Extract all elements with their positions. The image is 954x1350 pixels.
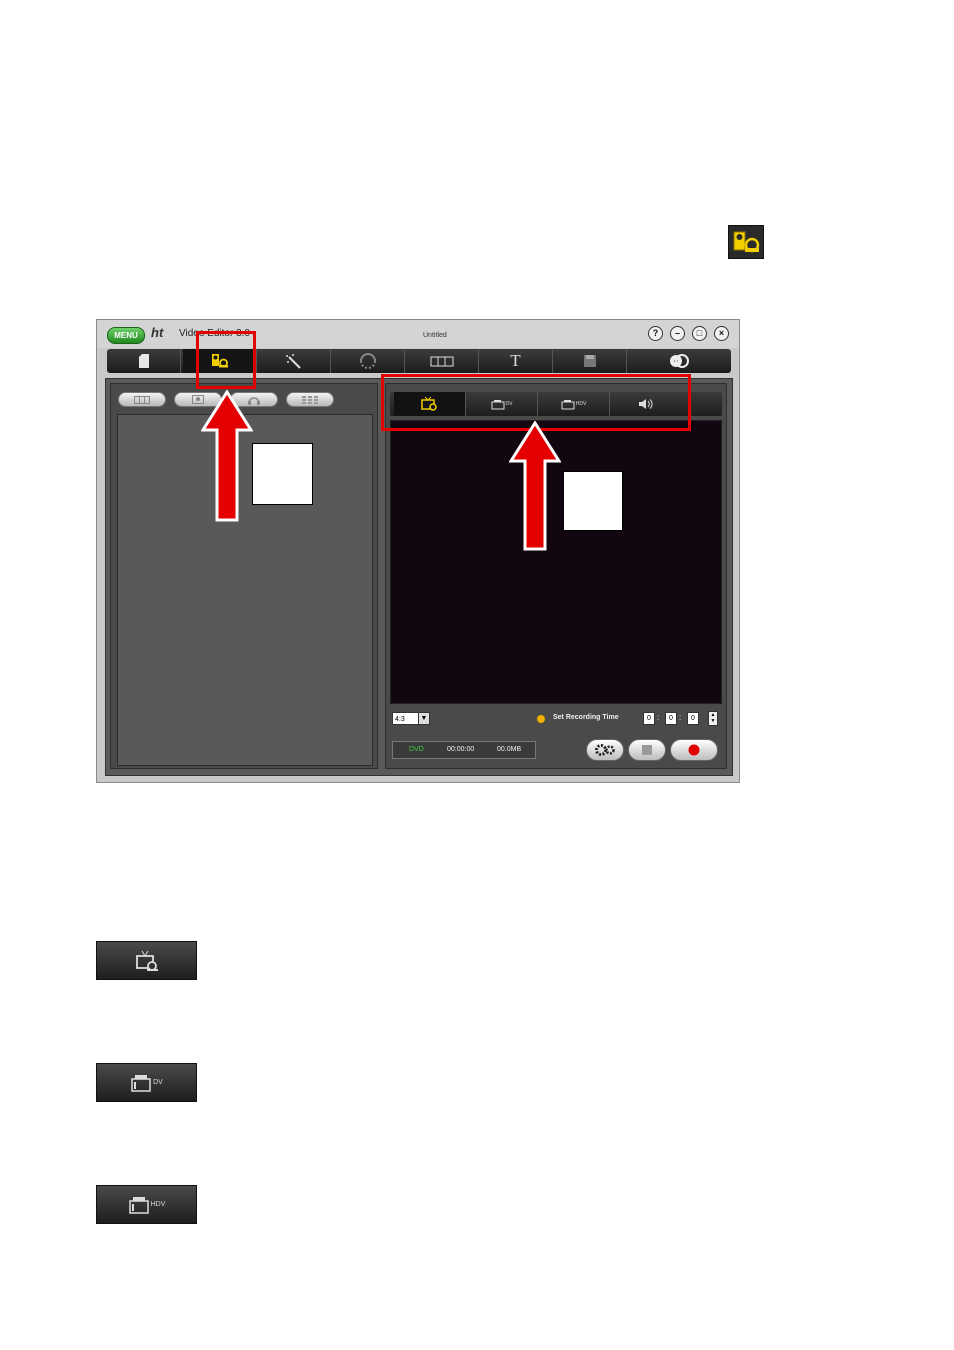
filmstrip-icon [134, 395, 150, 404]
minimize-button[interactable]: – [670, 326, 685, 341]
status-format: DVD [409, 746, 424, 753]
workspace: DV HDV 4:3 ▼ Set Recording Time 0 : 0 : … [105, 378, 733, 776]
capture-icon [728, 225, 764, 259]
sample-dv-label: DV [153, 1079, 163, 1086]
chevron-down-icon[interactable]: ▼ [418, 712, 430, 725]
highlight-capture-button [196, 331, 256, 389]
time-separator: : [657, 713, 660, 722]
maximize-button[interactable]: □ [692, 326, 707, 341]
settings-button[interactable] [586, 739, 624, 761]
time-separator: : [679, 713, 682, 722]
grid-view-button[interactable] [286, 392, 334, 407]
title-bar: MENU ht Video Editor 3.0 Untitled ? – □ … [97, 320, 739, 348]
set-recording-time-label[interactable]: Set Recording Time [553, 714, 619, 721]
filmstrip-view-button[interactable] [118, 392, 166, 407]
stop-icon [642, 745, 652, 755]
toolbar-text[interactable]: T [479, 349, 553, 373]
toolbar-transitions[interactable] [331, 349, 405, 373]
magic-wand-icon [285, 354, 301, 369]
callout-marker [252, 443, 313, 505]
document-title: Untitled [423, 332, 447, 339]
status-display: DVD 00:00:00 00.0MB [392, 741, 536, 759]
toolbar-burn[interactable] [627, 349, 731, 373]
document-icon [138, 354, 149, 368]
time-minutes-input[interactable]: 0 [665, 712, 677, 725]
dv-camera-icon [131, 1074, 151, 1092]
app-logo: ht [151, 325, 164, 340]
toolbar-effects[interactable] [257, 349, 331, 373]
menu-button[interactable]: MENU [107, 327, 145, 344]
sample-capture-button [96, 941, 197, 980]
arrow-up-icon [201, 390, 253, 522]
hdv-camera-icon [128, 1196, 149, 1214]
transition-icon [359, 353, 376, 369]
help-button[interactable]: ? [648, 326, 663, 341]
sample-hdv-button: HDV [96, 1185, 197, 1224]
toolbar-timeline[interactable] [405, 349, 479, 373]
record-button[interactable] [670, 739, 718, 761]
status-time: 00:00:00 [447, 746, 475, 753]
record-icon [688, 744, 700, 756]
recording-time-indicator [537, 715, 545, 723]
disc-icon [670, 354, 689, 368]
time-hours-input[interactable]: 0 [643, 712, 655, 725]
grid-icon [302, 395, 318, 404]
status-size: 00.0MB [497, 746, 522, 753]
toolbar-save[interactable] [553, 349, 627, 373]
sample-dv-button: DV [96, 1063, 197, 1102]
close-button[interactable]: × [714, 326, 729, 341]
gear-icon [595, 744, 615, 756]
time-spinner[interactable]: ▲ ▼ [708, 711, 718, 726]
arrow-up-icon [509, 421, 561, 551]
stop-button[interactable] [628, 739, 666, 761]
callout-marker [563, 471, 623, 531]
time-seconds-input[interactable]: 0 [687, 712, 699, 725]
save-icon [583, 355, 596, 367]
toolbar-document[interactable] [107, 349, 181, 373]
sample-hdv-label: HDV [150, 1201, 166, 1208]
capture-icon [135, 950, 158, 971]
timeline-icon [430, 356, 453, 367]
